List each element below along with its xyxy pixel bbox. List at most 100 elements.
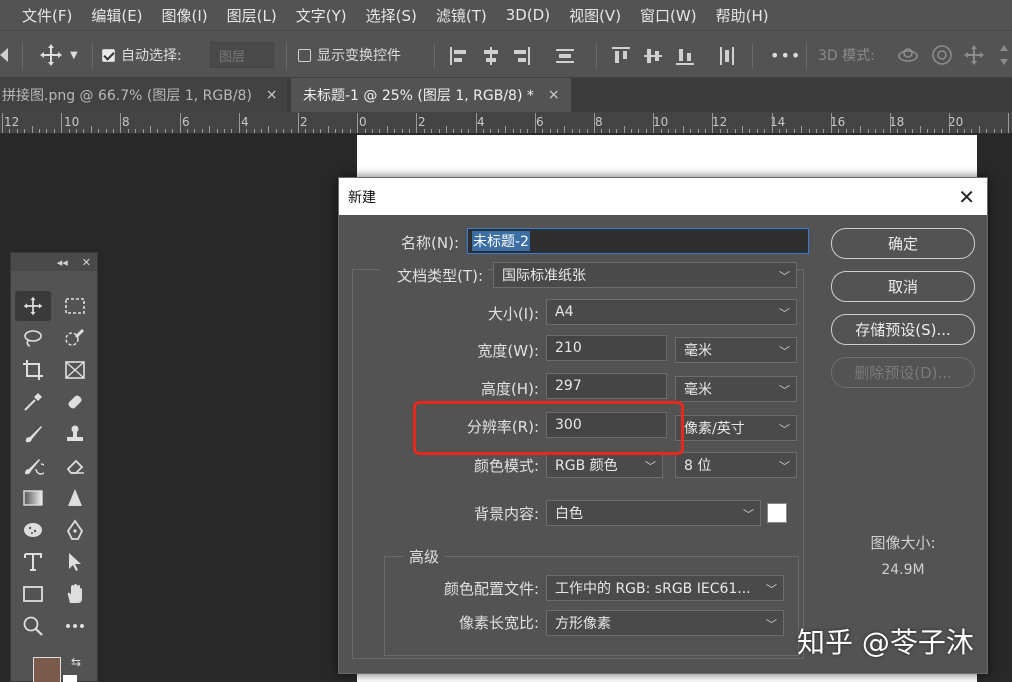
align-right-icon[interactable] [512, 47, 530, 65]
ok-button[interactable]: 确定 [831, 228, 975, 259]
separator [286, 43, 287, 69]
hand-tool-icon[interactable] [57, 579, 93, 609]
close-icon[interactable]: ✕ [958, 185, 975, 209]
close-icon[interactable]: × [266, 87, 278, 103]
menu-edit[interactable]: 编辑(E) [91, 5, 142, 26]
resolution-highlight-box [413, 401, 684, 455]
align-left-icon[interactable] [450, 47, 468, 65]
menu-image[interactable]: 图像(I) [162, 5, 208, 26]
lasso-tool-icon[interactable] [15, 323, 51, 353]
resolution-unit-dropdown[interactable]: 像素/英寸 ﹀ [675, 415, 797, 441]
swap-colors-icon[interactable]: ⇆ [71, 655, 81, 669]
brush-tool-icon[interactable] [15, 419, 51, 449]
marquee-tool-icon[interactable] [57, 291, 93, 321]
path-selection-tool-icon[interactable] [57, 547, 93, 577]
doc-type-dropdown[interactable]: 国际标准纸张 ﹀ [493, 262, 797, 288]
history-brush-tool-icon[interactable] [15, 451, 51, 481]
menu-window[interactable]: 窗口(W) [640, 5, 697, 26]
width-unit-dropdown[interactable]: 毫米 ﹀ [675, 337, 797, 363]
menu-layer[interactable]: 图层(L) [227, 5, 277, 26]
sharpen-tool-icon[interactable] [57, 483, 93, 513]
more-tools-icon[interactable] [57, 611, 93, 641]
ruler-tick [875, 129, 876, 133]
stamp-tool-icon[interactable] [57, 419, 93, 449]
name-input[interactable]: 未标题-2 [467, 228, 809, 254]
background-color-swatch[interactable] [767, 503, 787, 523]
background-color-swatch[interactable] [63, 675, 77, 682]
more-options-icon[interactable]: ••• [770, 31, 801, 79]
close-icon[interactable]: ✕ [82, 256, 91, 269]
align-hcenter-icon[interactable] [482, 47, 500, 65]
menu-view[interactable]: 视图(V) [569, 5, 621, 26]
chevron-down-icon[interactable]: ▼ [70, 50, 78, 61]
rectangle-tool-icon[interactable] [15, 579, 51, 609]
slide-3d-icon[interactable] [994, 31, 1012, 79]
gradient-tool-icon[interactable] [15, 483, 51, 513]
crop-tool-icon[interactable] [15, 355, 51, 385]
move-tool-icon[interactable] [15, 291, 51, 321]
align-vcenter-icon[interactable] [644, 47, 662, 65]
ruler-tick [2, 113, 3, 133]
foreground-color-swatch[interactable] [33, 657, 61, 682]
quick-selection-tool-icon[interactable] [57, 323, 93, 353]
pixel-aspect-dropdown[interactable]: 方形像素 ﹀ [546, 610, 784, 636]
color-profile-dropdown[interactable]: 工作中的 RGB: sRGB IEC61... ﹀ [546, 575, 784, 601]
menu-filter[interactable]: 滤镜(T) [436, 5, 487, 26]
ruler-tick [98, 129, 99, 133]
orbit-3d-icon[interactable] [896, 31, 920, 79]
collapse-icon[interactable]: ◂◂ [57, 256, 68, 269]
distribute-horizontal-icon[interactable] [556, 47, 574, 65]
close-icon[interactable]: × [548, 87, 560, 103]
ruler-label: 16 [830, 115, 846, 129]
checkbox-unchecked-icon[interactable] [298, 48, 311, 62]
tab-pinjie[interactable]: 拼接图.png @ 66.7% (图层 1, RGB/8) × [0, 78, 287, 112]
color-mode-dropdown[interactable]: RGB 颜色 ﹀ [546, 452, 663, 478]
menu-type[interactable]: 文字(Y) [296, 5, 347, 26]
pan-3d-icon[interactable] [962, 31, 986, 79]
distribute-vertical-icon[interactable] [718, 47, 736, 65]
ruler-tick [32, 126, 33, 133]
menu-help[interactable]: 帮助(H) [716, 5, 769, 26]
healing-brush-tool-icon[interactable] [57, 387, 93, 417]
align-top-icon[interactable] [612, 47, 630, 65]
pen-tool-icon[interactable] [57, 515, 93, 545]
height-input[interactable]: 297 [546, 373, 667, 399]
height-unit-dropdown[interactable]: 毫米 ﹀ [675, 376, 797, 402]
auto-select-checkbox[interactable]: 自动选择: [102, 31, 182, 79]
bit-depth-dropdown[interactable]: 8 位 ﹀ [675, 452, 797, 478]
ruler-tick [357, 113, 358, 133]
ruler-tick [905, 129, 906, 133]
show-transform-checkbox[interactable]: 显示变换控件 [298, 31, 401, 79]
tab-untitled-1[interactable]: 未标题-1 @ 25% (图层 1, RGB/8) * × [291, 78, 571, 112]
ruler-tick [860, 126, 861, 133]
eyedropper-tool-icon[interactable] [15, 387, 51, 417]
ruler-label: 10 [653, 115, 669, 129]
size-dropdown[interactable]: A4 ﹀ [546, 299, 797, 325]
ruler-tick [9, 129, 10, 133]
width-input[interactable]: 210 [546, 335, 667, 361]
checkbox-checked-icon[interactable] [102, 48, 115, 62]
menu-file[interactable]: 文件(F) [22, 5, 72, 26]
sponge-tool-icon[interactable] [15, 515, 51, 545]
eraser-tool-icon[interactable] [57, 451, 93, 481]
align-bottom-icon[interactable] [676, 47, 694, 65]
horizontal-ruler[interactable]: 12 10 8 6 4 2 0 2 4 6 8 10 12 14 16 18 2… [0, 112, 1012, 134]
ruler-label: 0 [359, 115, 367, 129]
roll-3d-icon[interactable] [930, 31, 954, 79]
cancel-button[interactable]: 取消 [831, 271, 975, 302]
ruler-tick [239, 113, 240, 133]
frame-tool-icon[interactable] [57, 355, 93, 385]
ruler-label: 12 [4, 115, 20, 129]
type-tool-icon[interactable] [15, 547, 51, 577]
tool-preset-icon[interactable] [0, 31, 12, 79]
image-size-label: 图像大小: [870, 534, 936, 552]
menu-select[interactable]: 选择(S) [366, 5, 417, 26]
auto-select-target-dropdown[interactable]: 图层 [210, 42, 274, 68]
width-value: 210 [555, 340, 582, 356]
background-contents-dropdown[interactable]: 白色 ﹀ [546, 500, 761, 526]
move-tool-icon[interactable]: ▼ [38, 31, 78, 79]
save-preset-button[interactable]: 存储预设(S)... [831, 314, 975, 345]
zoom-tool-icon[interactable] [15, 611, 51, 641]
tools-panel-header[interactable]: ◂◂ ✕ [11, 253, 97, 271]
menu-3d[interactable]: 3D(D) [506, 6, 550, 24]
